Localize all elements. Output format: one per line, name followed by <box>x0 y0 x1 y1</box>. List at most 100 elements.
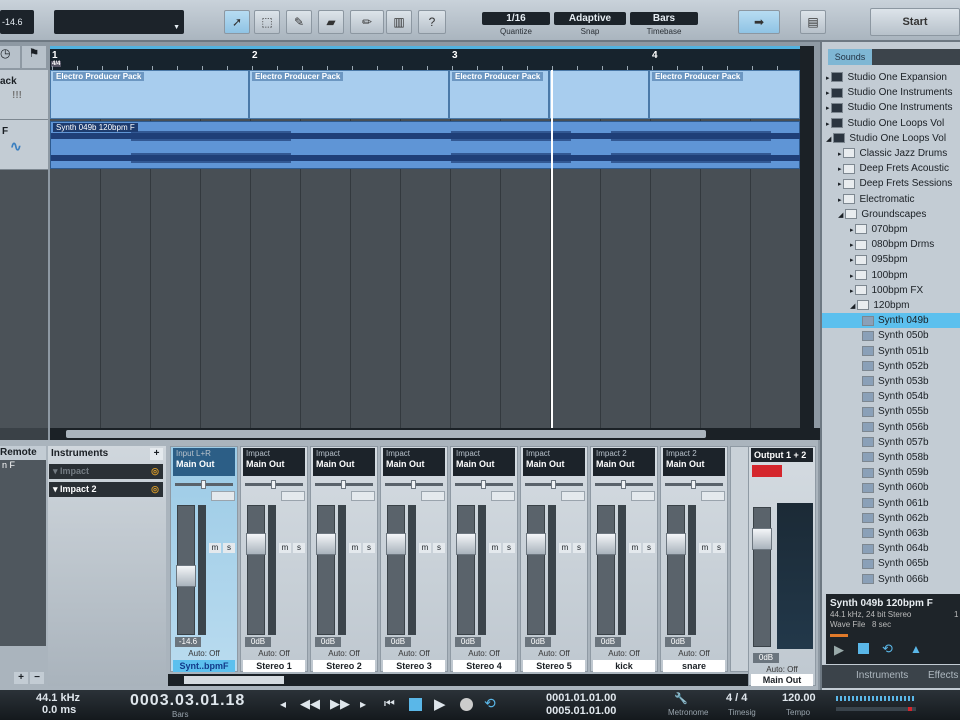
loop-icon[interactable]: ⟲ <box>484 695 496 712</box>
edit-instrument-icon[interactable]: ◎ <box>151 482 159 497</box>
browser-item[interactable]: ▸ Classic Jazz Drums <box>822 146 960 161</box>
follow-button[interactable]: ➡ <box>738 10 780 34</box>
range-tool[interactable]: ⬚ <box>254 10 280 34</box>
edit-instrument-icon[interactable]: ◎ <box>151 464 159 479</box>
io-routing[interactable]: Input L+R Main Out <box>173 448 235 476</box>
channel-strip[interactable]: Impact Main Out m s 0dB Auto: Off Stereo … <box>450 446 518 672</box>
arrow-tool[interactable]: ➚ <box>224 10 250 34</box>
pan-handle[interactable] <box>411 480 416 489</box>
pan-slider[interactable] <box>315 480 373 489</box>
channel-strip[interactable]: Impact 2 Main Out m s 0dB Auto: Off kick <box>590 446 658 672</box>
solo-button[interactable]: s <box>293 543 305 553</box>
automation-mode[interactable]: Auto: Off <box>383 649 445 659</box>
stop-icon[interactable] <box>858 643 869 654</box>
fader-handle[interactable] <box>246 533 266 555</box>
solo-button[interactable]: s <box>643 543 655 553</box>
loop-icon[interactable]: ⟲ <box>882 641 893 657</box>
arrange-view[interactable]: Electro Producer Pack Electro Producer P… <box>50 70 800 428</box>
start-button[interactable]: Start <box>870 8 960 36</box>
browser-item[interactable]: Synth 066b <box>822 572 960 587</box>
fader-handle[interactable] <box>386 533 406 555</box>
mute-button[interactable]: m <box>559 543 571 553</box>
mute-tool[interactable]: ▥ <box>386 10 412 34</box>
vertical-scrollbar[interactable] <box>800 46 814 428</box>
channel-strip[interactable]: Impact Main Out m s 0dB Auto: Off Stereo … <box>520 446 588 672</box>
browser-item[interactable]: ▸ Studio One Instruments <box>822 100 960 115</box>
channel-strip[interactable]: Impact Main Out m s 0dB Auto: Off Stereo … <box>240 446 308 672</box>
insert-button[interactable] <box>631 491 655 501</box>
volume-fader[interactable] <box>456 505 476 635</box>
channel-strip[interactable]: Impact Main Out m s 0dB Auto: Off Stereo … <box>310 446 378 672</box>
browser-item[interactable]: Synth 052b <box>822 359 960 374</box>
horizontal-scrollbar[interactable] <box>50 428 820 440</box>
tab-instruments[interactable]: Instruments <box>856 670 908 681</box>
mute-button[interactable]: m <box>489 543 501 553</box>
mute-button[interactable]: m <box>419 543 431 553</box>
metronome-label[interactable]: Metronome <box>668 708 708 717</box>
browser-item[interactable]: ▸ Studio One Loops Vol <box>822 116 960 131</box>
loop-end[interactable]: 0005.01.01.00 <box>546 705 616 717</box>
automation-mode[interactable]: Auto: Off <box>173 649 235 659</box>
io-routing[interactable]: Impact 2 Main Out <box>663 448 725 476</box>
automation-mode[interactable]: Auto: Off <box>663 649 725 659</box>
browser-item[interactable]: ▸ 095bpm <box>822 252 960 267</box>
volume-fader[interactable] <box>596 505 616 635</box>
automation-mode[interactable]: Auto: Off <box>453 649 515 659</box>
channel-name[interactable]: Stereo 4 <box>453 660 515 672</box>
browser-item[interactable]: ▸ Studio One Instruments <box>822 85 960 100</box>
pan-slider[interactable] <box>245 480 303 489</box>
paint-tool[interactable]: ✏ <box>350 10 384 34</box>
browser-item[interactable]: ▸ 100bpm FX <box>822 283 960 298</box>
rewind-start-icon[interactable]: ◂ <box>280 697 286 711</box>
browser-item[interactable]: Synth 056b <box>822 420 960 435</box>
browser-item[interactable]: Synth 055b <box>822 404 960 419</box>
automation-mode[interactable]: Auto: Off <box>593 649 655 659</box>
pan-handle[interactable] <box>621 480 626 489</box>
quantize-value[interactable]: 1/16 <box>482 12 550 25</box>
pan-slider[interactable] <box>595 480 653 489</box>
pan-handle[interactable] <box>341 480 346 489</box>
mute-button[interactable]: m <box>209 543 221 553</box>
browser-item[interactable]: Synth 063b <box>822 526 960 541</box>
fast-forward-icon[interactable]: ▶▶ <box>330 696 350 712</box>
channel-name[interactable]: Synt..bpmF <box>173 660 235 672</box>
play-icon[interactable]: ▶ <box>834 642 844 658</box>
instrument-clip[interactable]: Electro Producer Pack <box>449 70 549 119</box>
forward-icon[interactable]: ▸ <box>360 697 366 711</box>
browser-item[interactable]: ▸ 070bpm <box>822 222 960 237</box>
fader-handle[interactable] <box>666 533 686 555</box>
browser-item[interactable]: ◢ 120bpm <box>822 298 960 313</box>
instrument-clip[interactable] <box>549 70 649 119</box>
browser-item[interactable]: ◢ Studio One Loops Vol <box>822 131 960 146</box>
browser-item[interactable]: Synth 050b <box>822 328 960 343</box>
timeline-ruler[interactable]: 1 2 3 4 4/4 <box>50 46 800 70</box>
output-channel-strip[interactable]: Output 1 + 2 0dB Auto: Off Main Out <box>748 446 816 686</box>
play-icon[interactable]: ▶ <box>434 695 446 713</box>
browser-item[interactable]: Synth 060b <box>822 480 960 495</box>
split-tool[interactable]: ✎ <box>286 10 312 34</box>
automation-mode[interactable]: Auto: Off <box>313 649 375 659</box>
fader-handle[interactable] <box>456 533 476 555</box>
fader-handle[interactable] <box>176 565 196 588</box>
pan-handle[interactable] <box>271 480 276 489</box>
insert-button[interactable] <box>421 491 445 501</box>
mixer-scrollbar[interactable] <box>168 674 748 686</box>
playhead-cursor[interactable] <box>551 70 553 428</box>
audio-clip[interactable]: Synth 049b 120bpm F <box>50 121 800 169</box>
snap-value[interactable]: Adaptive <box>554 12 626 25</box>
volume-fader[interactable] <box>752 507 772 647</box>
channel-name[interactable]: Stereo 3 <box>383 660 445 672</box>
pan-slider[interactable] <box>525 480 583 489</box>
expanded-arrow-icon[interactable]: ◢ <box>826 136 833 143</box>
record-icon[interactable] <box>460 698 473 711</box>
solo-button[interactable]: s <box>433 543 445 553</box>
browser-item[interactable]: Synth 054b <box>822 389 960 404</box>
insert-button[interactable] <box>281 491 305 501</box>
channel-strip[interactable]: Input L+R Main Out m s -14.6 Auto: Off Sy… <box>170 446 238 672</box>
volume-fader[interactable] <box>386 505 406 635</box>
pan-handle[interactable] <box>691 480 696 489</box>
browser-item[interactable]: Synth 065b <box>822 556 960 571</box>
solo-button[interactable]: s <box>223 543 235 553</box>
clock-button[interactable]: ◷ <box>0 46 20 68</box>
io-routing[interactable]: Impact Main Out <box>243 448 305 476</box>
